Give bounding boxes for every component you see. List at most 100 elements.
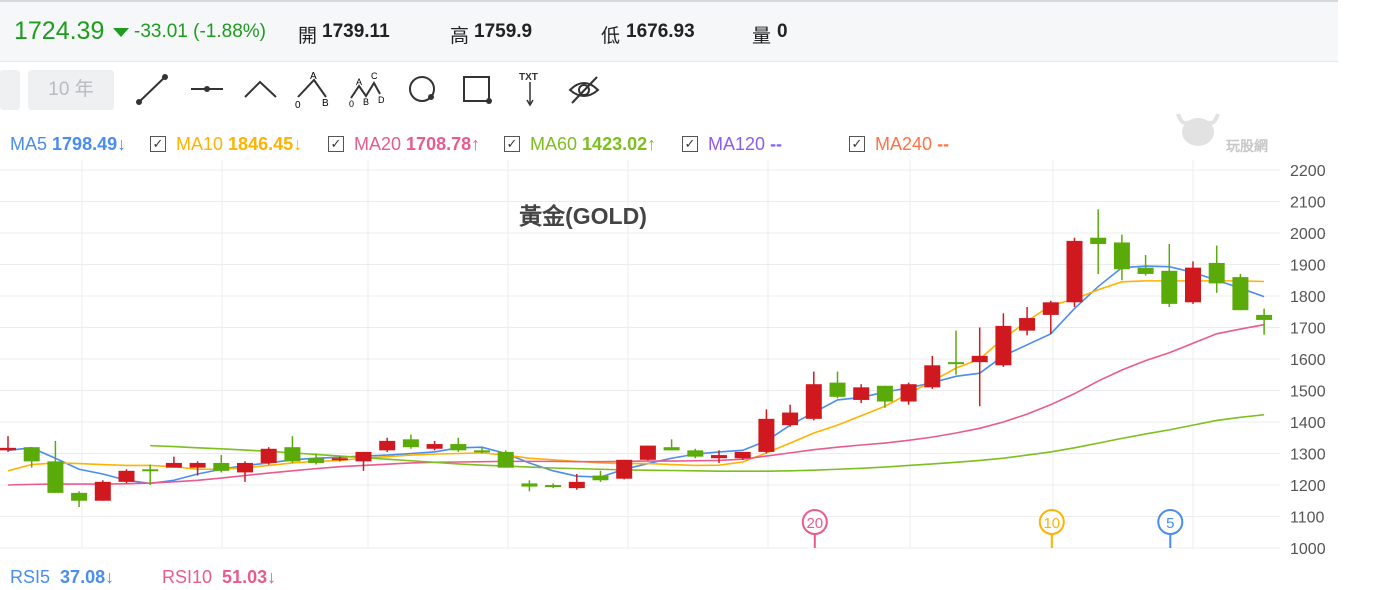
candle-body	[1113, 242, 1130, 270]
candle-body	[639, 445, 656, 460]
ma-legend-item: MA120 --	[708, 134, 783, 154]
abcd-pattern-tool-icon[interactable]: AC 0 B D	[348, 70, 392, 112]
ma20-line	[7, 323, 1265, 486]
angle-tool-icon[interactable]	[242, 70, 282, 110]
watermark-text: 玩股網	[1226, 138, 1268, 154]
candle-body	[142, 469, 159, 472]
candle-body	[1019, 318, 1036, 331]
svg-text:B: B	[363, 97, 369, 107]
ma-checkbox[interactable]: ✓	[849, 136, 865, 152]
range-button-prev[interactable]	[0, 70, 20, 110]
candlestick-chart[interactable]: 20 10 5 2200 2100 2000 1900 1800 1700 1600 1500 140…	[0, 160, 1340, 560]
candle-body	[568, 481, 585, 489]
candle	[545, 483, 562, 489]
y-tick-label: 2200	[1290, 163, 1326, 180]
volume-label: 量	[752, 26, 772, 47]
y-tick-label: 1900	[1290, 258, 1326, 275]
candle-body	[805, 384, 822, 419]
ma-legend-item: MA240 --	[875, 134, 950, 154]
candle	[592, 470, 609, 482]
candle-body	[71, 492, 88, 501]
ma-checkbox[interactable]: ✓	[150, 136, 166, 152]
candle	[71, 491, 88, 508]
candle-body	[900, 384, 917, 402]
ma-cross-marker: 20	[801, 509, 828, 548]
candle	[379, 437, 396, 452]
low-label: 低	[601, 26, 621, 47]
candle-body	[1042, 302, 1059, 315]
y-tick-label: 2100	[1290, 195, 1326, 212]
candle-body	[616, 459, 633, 479]
range-button-10y[interactable]: 10 年	[28, 70, 114, 110]
ma-checkbox[interactable]: ✓	[682, 136, 698, 152]
candle-body	[971, 355, 988, 363]
candle-body	[734, 451, 751, 459]
candle	[165, 456, 182, 468]
candle-body	[260, 448, 277, 463]
candle	[782, 404, 799, 427]
bull-logo-icon	[1176, 113, 1220, 146]
y-tick-label: 1300	[1290, 447, 1326, 464]
candle	[616, 459, 633, 480]
svg-text:A: A	[356, 77, 362, 87]
circle-tool-icon[interactable]	[404, 70, 444, 110]
rectangle-tool-icon[interactable]	[458, 70, 498, 110]
candle-body	[379, 440, 396, 451]
candle-body	[94, 481, 111, 501]
candle	[47, 440, 64, 493]
candle	[663, 439, 680, 451]
candle	[0, 436, 16, 452]
candle-body	[829, 382, 846, 397]
marker-label: 20	[806, 515, 823, 532]
ma10-line	[7, 280, 1265, 472]
hide-drawings-eye-slash-icon[interactable]	[566, 70, 606, 110]
candle-body	[592, 475, 609, 481]
candle	[213, 455, 230, 473]
candle-body	[189, 462, 206, 468]
candle-body	[331, 458, 348, 461]
candle	[94, 480, 111, 501]
candle	[1161, 244, 1178, 308]
candle	[355, 451, 372, 471]
candle-body	[663, 447, 680, 451]
candle-body	[47, 461, 64, 493]
text-tool-icon[interactable]: TXT	[512, 70, 552, 110]
candle-body	[948, 362, 964, 365]
price-change: -33.01 (-1.88%)	[134, 21, 267, 42]
candle-body	[1208, 262, 1225, 284]
candle-body	[1066, 240, 1083, 303]
candle-body	[1256, 314, 1273, 320]
ma-checkbox[interactable]: ✓	[328, 136, 344, 152]
candle	[260, 447, 277, 465]
ma-checkbox[interactable]: ✓	[504, 136, 520, 152]
y-tick-label: 2000	[1290, 226, 1326, 243]
open-label: 開	[298, 26, 318, 47]
candle	[1019, 307, 1036, 336]
candle-body	[1232, 277, 1249, 311]
candle-body	[758, 418, 775, 452]
y-tick-label: 1600	[1290, 352, 1326, 369]
candle-body	[853, 387, 870, 400]
svg-text:A: A	[310, 71, 317, 82]
candle-body	[924, 365, 941, 388]
candle-body	[402, 439, 419, 448]
candle	[853, 384, 870, 404]
candle	[805, 371, 822, 421]
marker-label: 10	[1043, 515, 1060, 532]
volume-value: 0	[777, 21, 788, 42]
candle	[829, 371, 846, 399]
svg-text:TXT: TXT	[519, 72, 538, 83]
candle	[876, 385, 893, 408]
horizontal-line-tool-icon[interactable]	[188, 70, 228, 110]
abc-pattern-tool-icon[interactable]: A 0 B	[292, 70, 336, 112]
candle-body	[687, 450, 704, 457]
high-value: 1759.9	[474, 21, 533, 42]
candle	[1208, 245, 1225, 293]
candle-body	[0, 447, 16, 451]
line-tool-icon[interactable]	[134, 70, 174, 110]
candle	[284, 436, 301, 463]
candle	[402, 434, 419, 449]
candle-body	[237, 462, 253, 473]
ma-legend-item: MA20 1708.78↑	[354, 134, 481, 154]
ma-legend-item: MA60 1423.02↑	[530, 134, 657, 154]
